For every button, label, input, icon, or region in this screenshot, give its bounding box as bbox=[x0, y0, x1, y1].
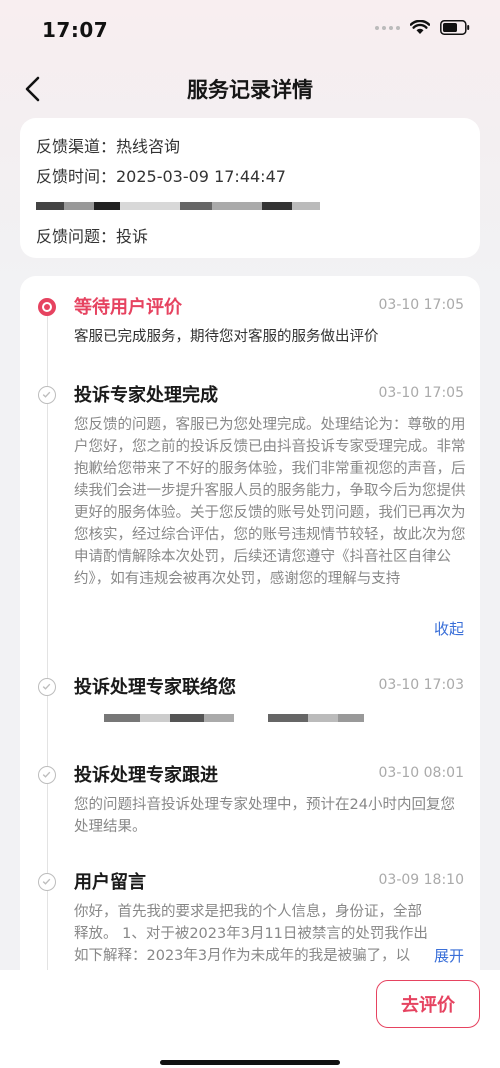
wifi-icon bbox=[410, 20, 430, 34]
timeline-time: 03-09 18:10 bbox=[378, 872, 464, 888]
check-circle-icon bbox=[38, 386, 56, 404]
timeline-title: 用户留言 bbox=[74, 872, 146, 893]
timeline-time: 03-10 17:05 bbox=[378, 385, 464, 401]
timeline-title: 投诉专家处理完成 bbox=[74, 385, 218, 406]
timeline-body: 客服已完成服务，期待您对客服的服务做出评价 bbox=[74, 329, 379, 345]
expand-link[interactable]: 展开 bbox=[429, 945, 464, 966]
timeline-card: 等待用户评价 03-10 17:05 客服已完成服务，期待您对客服的服务做出评价… bbox=[20, 276, 480, 996]
battery-icon bbox=[440, 20, 470, 35]
timeline-title: 等待用户评价 bbox=[74, 297, 182, 318]
redacted-info bbox=[36, 192, 464, 222]
feedback-time: 反馈时间：2025-03-09 17:44:47 bbox=[36, 167, 286, 186]
check-circle-icon bbox=[38, 678, 56, 696]
signal-icon bbox=[375, 25, 400, 30]
nav-bar: 服务记录详情 bbox=[0, 62, 500, 116]
home-indicator bbox=[160, 1060, 340, 1065]
evaluate-button[interactable]: 去评价 bbox=[376, 980, 480, 1028]
timeline-body: 你好，首先我的要求是把我的个人信息，身份证，全部释放。 1、对于被2023年3月… bbox=[74, 904, 428, 964]
status-icons bbox=[375, 20, 470, 35]
collapse-link[interactable]: 收起 bbox=[434, 618, 464, 639]
timeline-time: 03-10 17:05 bbox=[378, 297, 464, 313]
timeline-line bbox=[47, 316, 48, 996]
status-time: 17:07 bbox=[42, 18, 109, 42]
redacted-contact bbox=[104, 704, 404, 734]
timeline-time: 03-10 17:03 bbox=[378, 677, 464, 693]
timeline-body: 您反馈的问题，客服已为您处理完成。处理结论为：尊敬的用户您好，您之前的投诉反馈已… bbox=[74, 417, 466, 587]
timeline-title: 投诉处理专家联络您 bbox=[74, 677, 236, 698]
check-circle-icon bbox=[38, 766, 56, 784]
page-title: 服务记录详情 bbox=[187, 78, 313, 102]
timeline-time: 03-10 08:01 bbox=[378, 765, 464, 781]
timeline-title: 投诉处理专家跟进 bbox=[74, 765, 218, 786]
feedback-issue: 反馈问题：投诉 bbox=[36, 227, 149, 246]
check-circle-icon bbox=[38, 873, 56, 891]
feedback-channel: 反馈渠道：热线咨询 bbox=[36, 137, 181, 156]
timeline-body: 您的问题抖音投诉处理专家处理中，预计在24小时内回复您处理结果。 bbox=[74, 797, 455, 835]
bottom-bar: 去评价 bbox=[0, 970, 500, 1068]
status-bar: 17:07 bbox=[0, 0, 500, 60]
active-status-icon bbox=[38, 298, 56, 316]
feedback-info-card: 反馈渠道：热线咨询 反馈时间：2025-03-09 17:44:47 反馈问题：… bbox=[20, 118, 480, 258]
